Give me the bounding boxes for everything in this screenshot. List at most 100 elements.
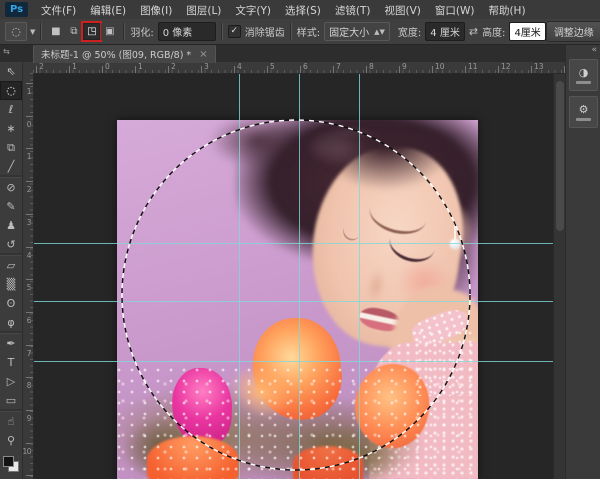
divider bbox=[221, 23, 223, 40]
horizontal-ruler[interactable]: 2101234567891011121314 bbox=[33, 62, 565, 74]
photoshop-logo: Ps bbox=[5, 2, 28, 17]
menu-edit[interactable]: 编辑(E) bbox=[83, 5, 133, 17]
intersect-selection-button[interactable]: ▣ bbox=[101, 23, 118, 40]
menu-type[interactable]: 文字(Y) bbox=[228, 5, 278, 17]
brush-tool[interactable]: ✎ bbox=[0, 197, 22, 216]
eyedropper-tool[interactable]: ╱ bbox=[0, 157, 22, 176]
panel-mini-label bbox=[576, 81, 591, 84]
menu-select[interactable]: 选择(S) bbox=[278, 5, 328, 17]
ruler-tick bbox=[26, 247, 33, 248]
tool-options-bar: ◌ ▼ ■ ⧉ ◳ ▣ 羽化: 0 像素 ✓ 消除锯齿 样式: 固定大小 ▲▼ … bbox=[0, 19, 600, 45]
horizontal-guide[interactable] bbox=[22, 301, 553, 302]
menu-window[interactable]: 窗口(W) bbox=[428, 5, 482, 17]
horizontal-guide[interactable] bbox=[22, 361, 553, 362]
ruler-tick bbox=[267, 66, 268, 73]
width-input[interactable]: 4 厘米 bbox=[425, 22, 465, 41]
pen-tool[interactable]: ✒ bbox=[0, 333, 22, 353]
dock-collapse-icon[interactable]: « bbox=[566, 44, 600, 56]
crop-tool[interactable]: ⧉ bbox=[0, 138, 22, 157]
height-input[interactable]: 4厘米 bbox=[509, 22, 545, 41]
gradient-tool[interactable]: ▒ bbox=[0, 275, 22, 294]
foreground-background-swatches[interactable] bbox=[3, 456, 19, 472]
quick-selection-tool[interactable]: ∗ bbox=[0, 119, 22, 138]
vertical-guide[interactable] bbox=[299, 62, 300, 479]
style-select[interactable]: 固定大小 ▲▼ bbox=[324, 22, 390, 41]
rectangle-tool[interactable]: ▭ bbox=[0, 391, 22, 410]
clone-stamp-tool[interactable]: ♟ bbox=[0, 216, 22, 235]
add-to-selection-button[interactable]: ⧉ bbox=[65, 23, 82, 40]
vertical-guide[interactable] bbox=[359, 62, 360, 479]
canvas-area[interactable] bbox=[33, 73, 553, 479]
ruler-label: 13 bbox=[534, 62, 544, 71]
menu-view[interactable]: 视图(V) bbox=[377, 5, 427, 17]
ruler-tick bbox=[366, 66, 367, 73]
menu-image[interactable]: 图像(I) bbox=[133, 5, 179, 17]
ruler-tick bbox=[26, 116, 33, 117]
ruler-tick bbox=[36, 66, 37, 73]
styles-panel-button-icon: ⚙ bbox=[579, 103, 589, 116]
lasso-tool[interactable]: ℓ bbox=[0, 100, 22, 119]
ruler-label: 8 bbox=[22, 381, 31, 390]
ruler-tick bbox=[333, 66, 334, 73]
ruler-label: 6 bbox=[303, 62, 308, 71]
menu-file[interactable]: 文件(F) bbox=[34, 5, 83, 17]
spot-healing-brush-tool[interactable]: ⊘ bbox=[0, 177, 22, 197]
ruler-label: 9 bbox=[22, 414, 31, 423]
eraser-tool[interactable]: ▱ bbox=[0, 255, 22, 275]
ruler-tick bbox=[300, 66, 301, 73]
ruler-label: 10 bbox=[22, 447, 31, 456]
dodge-tool[interactable]: φ bbox=[0, 313, 22, 332]
photo-hair-wisp bbox=[209, 120, 305, 168]
new-selection-button[interactable]: ■ bbox=[47, 23, 64, 40]
history-brush-tool[interactable]: ↺ bbox=[0, 235, 22, 254]
swap-dimensions-icon[interactable]: ⇄ bbox=[469, 25, 478, 38]
menu-help[interactable]: 帮助(H) bbox=[481, 5, 532, 17]
ruler-tick bbox=[26, 83, 33, 84]
ruler-tick bbox=[26, 148, 33, 149]
ruler-tick bbox=[465, 66, 466, 73]
document-tab[interactable]: 未标题-1 @ 50% (图09, RGB/8) * × bbox=[33, 44, 216, 63]
vertical-guide[interactable] bbox=[239, 62, 240, 479]
menu-layer[interactable]: 图层(L) bbox=[179, 5, 228, 17]
ruler-label: 6 bbox=[22, 316, 31, 325]
refine-edge-button[interactable]: 调整边缘 bbox=[546, 21, 600, 42]
zoom-tool[interactable]: ⚲ bbox=[0, 431, 22, 450]
ruler-tick bbox=[26, 377, 33, 378]
horizontal-guide[interactable] bbox=[22, 243, 553, 244]
ruler-label: 9 bbox=[402, 62, 407, 71]
blur-tool[interactable]: ʘ bbox=[0, 294, 22, 313]
ruler-tick bbox=[26, 312, 33, 313]
style-label: 样式: bbox=[297, 24, 320, 39]
hand-tool[interactable]: ☝ bbox=[0, 411, 22, 431]
menu-items: 文件(F)编辑(E)图像(I)图层(L)文字(Y)选择(S)滤镜(T)视图(V)… bbox=[34, 0, 533, 21]
photo-hairline bbox=[315, 134, 457, 190]
vertical-ruler[interactable]: 101234567891011 bbox=[22, 73, 34, 479]
scrollbar-thumb[interactable] bbox=[556, 81, 564, 231]
feather-input[interactable]: 0 像素 bbox=[158, 22, 216, 41]
tool-preset-picker[interactable]: ◌ ▼ bbox=[5, 22, 35, 41]
divider bbox=[123, 23, 125, 40]
close-icon[interactable]: × bbox=[199, 49, 207, 60]
adjustments-panel-button-icon: ◑ bbox=[579, 66, 589, 79]
styles-panel-button[interactable]: ⚙ bbox=[569, 96, 598, 128]
ruler-label: 7 bbox=[336, 62, 341, 71]
path-selection-tool[interactable]: ▷ bbox=[0, 372, 22, 391]
spinner-icon: ▲▼ bbox=[374, 28, 385, 36]
ruler-tick bbox=[69, 66, 70, 73]
antialias-checkbox[interactable]: ✓ bbox=[228, 25, 241, 38]
adjustments-panel-button[interactable]: ◑ bbox=[569, 59, 598, 91]
move-tool[interactable]: ⇖ bbox=[0, 62, 22, 81]
tools-panel: ⇖◌ℓ∗⧉╱⊘✎♟↺▱▒ʘφ✒T▷▭☝⚲ bbox=[0, 62, 23, 479]
elliptical-marquee-tool[interactable]: ◌ bbox=[0, 81, 22, 100]
ruler-label: 2 bbox=[39, 62, 44, 71]
ruler-tick bbox=[564, 66, 565, 73]
document-title: 未标题-1 @ 50% (图09, RGB/8) * bbox=[41, 47, 191, 61]
subtract-from-selection-button[interactable]: ◳ bbox=[83, 23, 100, 40]
toolbar-collapse-icon[interactable]: ⇆ bbox=[3, 47, 10, 56]
menu-filter[interactable]: 滤镜(T) bbox=[328, 5, 378, 17]
ruler-tick bbox=[168, 66, 169, 73]
type-tool[interactable]: T bbox=[0, 353, 22, 372]
ruler-tick bbox=[531, 66, 532, 73]
ruler-label: 1 bbox=[22, 152, 31, 161]
selection-mode-group: ■ ⧉ ◳ ▣ bbox=[47, 23, 118, 40]
